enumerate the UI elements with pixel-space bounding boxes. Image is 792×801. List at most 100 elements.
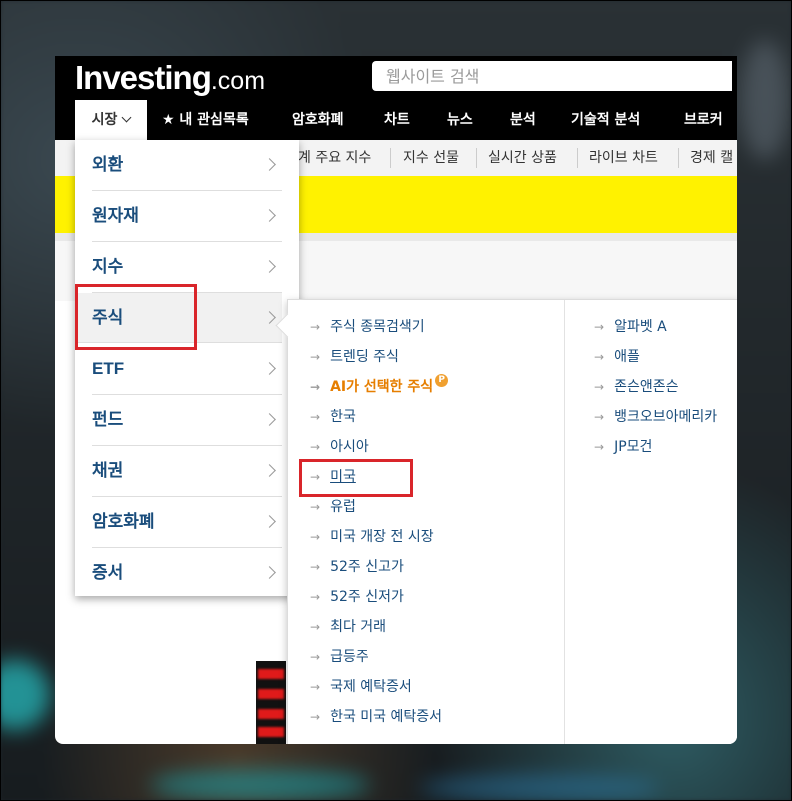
logo-suffix-text: .com	[210, 67, 266, 95]
arrow-right-icon: →	[310, 590, 321, 604]
submenu-item-intl-dr[interactable]: → 국제 예탁증서	[310, 672, 412, 702]
submenu-item-label: 한국 미국 예탁증서	[330, 709, 443, 725]
chevron-right-icon	[263, 362, 276, 375]
submenu-item-label: 52주 신고가	[330, 559, 404, 575]
arrow-right-icon: →	[310, 500, 321, 514]
nav-news[interactable]: 뉴스	[447, 100, 473, 140]
submenu-item-label: 트렌딩 주식	[330, 349, 399, 365]
arrow-right-icon: →	[310, 650, 321, 664]
submenu-item-label: 뱅크오브아메리카	[614, 409, 718, 425]
stocks-submenu: → 주식 종목검색기 → 트렌딩 주식 → AI가 선택한 주식 P → 한국 → 아시아 …	[275, 299, 737, 744]
arrow-right-icon: →	[594, 320, 605, 334]
markets-dropdown: 외환 원자재 지수 주식 ETF 펀드 채권 암호화폐 증서	[75, 140, 299, 596]
arrow-right-icon: →	[594, 380, 605, 394]
submenu-item-label: JP모건	[614, 439, 653, 455]
nav-watchlist-label: ★ 내 관심목록	[162, 112, 249, 128]
subnav-label: 계 주요 지수	[298, 150, 372, 166]
arrow-right-icon: →	[594, 440, 605, 454]
menu-item-funds[interactable]: 펀드	[92, 395, 282, 446]
menu-item-certificates[interactable]: 증서	[92, 548, 282, 598]
menu-item-commodities[interactable]: 원자재	[92, 191, 282, 242]
menu-item-label: 증서	[92, 563, 124, 583]
arrow-right-icon: →	[310, 560, 321, 574]
submenu-item-label: 유럽	[330, 499, 356, 515]
chevron-right-icon	[263, 209, 276, 222]
site-logo[interactable]: Investing.com	[75, 59, 265, 97]
pro-badge-icon: P	[435, 374, 449, 387]
submenu-item-label: 미국 개장 전 시장	[330, 529, 434, 545]
nav-watchlist[interactable]: ★ 내 관심목록	[162, 100, 249, 140]
submenu-stock-jnj[interactable]: → 존슨앤존슨	[594, 372, 678, 402]
arrow-right-icon: →	[310, 620, 321, 634]
nav-crypto[interactable]: 암호화폐	[292, 100, 344, 140]
chevron-down-icon	[121, 112, 132, 123]
submenu-item-label: 주식 종목검색기	[330, 319, 425, 335]
arrow-right-icon: →	[310, 530, 321, 544]
menu-item-label: ETF	[92, 359, 125, 378]
submenu-item-us-premarket[interactable]: → 미국 개장 전 시장	[310, 522, 434, 552]
highlight-box-usa	[299, 459, 413, 497]
menu-item-forex[interactable]: 외환	[92, 140, 282, 191]
submenu-item-label: 52주 신저가	[330, 589, 404, 605]
submenu-item-52w-low[interactable]: → 52주 신저가	[310, 582, 404, 612]
chevron-right-icon	[263, 413, 276, 426]
submenu-item-most-active[interactable]: → 최다 거래	[310, 612, 386, 642]
submenu-item-label: 한국	[330, 409, 356, 425]
subnav-index-futures[interactable]: 지수 선물	[403, 140, 459, 176]
submenu-item-korea[interactable]: → 한국	[310, 402, 356, 432]
nav-markets-label: 시장	[91, 112, 118, 128]
nav-brokers-label: 브로커	[684, 112, 723, 128]
subnav-economic-calendar[interactable]: 경제 캘	[690, 140, 733, 176]
menu-item-bonds[interactable]: 채권	[92, 446, 282, 497]
submenu-item-kr-us-dr[interactable]: → 한국 미국 예탁증서	[310, 702, 442, 732]
arrow-right-icon: →	[310, 350, 321, 364]
subnav-live-commodities[interactable]: 실시간 상품	[488, 140, 557, 176]
menu-item-etf[interactable]: ETF	[92, 344, 282, 395]
menu-item-label: 펀드	[92, 410, 124, 430]
subnav-label: 라이브 차트	[589, 150, 658, 166]
menu-item-label: 채권	[92, 461, 124, 481]
submenu-item-stock-screener[interactable]: → 주식 종목검색기	[310, 312, 425, 342]
nav-technical[interactable]: 기술적 분석	[571, 100, 640, 140]
submenu-item-label: 최다 거래	[330, 619, 387, 635]
submenu-item-asia[interactable]: → 아시아	[310, 432, 369, 462]
subnav-major-indices[interactable]: 계 주요 지수	[298, 140, 371, 176]
nav-brokers[interactable]: 브로커	[684, 100, 723, 140]
arrow-right-icon: →	[310, 440, 321, 454]
submenu-item-label: 급등주	[330, 649, 369, 665]
submenu-item-52w-high[interactable]: → 52주 신고가	[310, 552, 404, 582]
thumbnail-image	[256, 661, 286, 744]
chevron-right-icon	[263, 260, 276, 273]
submenu-stock-alphabet[interactable]: → 알파벳 A	[594, 312, 667, 342]
submenu-stock-apple[interactable]: → 애플	[594, 342, 640, 372]
search-input[interactable]	[372, 61, 716, 91]
menu-item-crypto[interactable]: 암호화폐	[92, 497, 282, 548]
submenu-item-ai-picks[interactable]: → AI가 선택한 주식 P	[310, 372, 449, 402]
submenu-stock-bofa[interactable]: → 뱅크오브아메리카	[594, 402, 717, 432]
menu-item-label: 지수	[92, 257, 124, 277]
nav-analysis-label: 분석	[510, 112, 536, 128]
nav-analysis[interactable]: 분석	[510, 100, 536, 140]
logo-main-text: Investing	[75, 59, 212, 96]
submenu-stock-jpmorgan[interactable]: → JP모건	[594, 432, 652, 462]
main-nav: 시장 ★ 내 관심목록 암호화폐 차트 뉴스 분석 기술적 분석 브로커	[55, 100, 737, 140]
arrow-right-icon: →	[594, 410, 605, 424]
arrow-right-icon: →	[310, 380, 321, 394]
search-box	[372, 61, 732, 91]
subnav-label: 지수 선물	[403, 150, 459, 166]
arrow-right-icon: →	[594, 350, 605, 364]
subnav-label: 실시간 상품	[488, 150, 557, 166]
menu-item-label: 원자재	[92, 206, 139, 226]
chevron-right-icon	[263, 158, 276, 171]
subnav-live-charts[interactable]: 라이브 차트	[589, 140, 658, 176]
submenu-item-trending[interactable]: → 트렌딩 주식	[310, 342, 399, 372]
highlight-box-stocks	[75, 284, 197, 350]
nav-markets[interactable]: 시장	[75, 100, 147, 140]
top-header: Investing.com	[55, 56, 737, 100]
submenu-item-top-gainers[interactable]: → 급등주	[310, 642, 369, 672]
chevron-right-icon	[263, 311, 276, 324]
nav-charts[interactable]: 차트	[384, 100, 410, 140]
arrow-right-icon: →	[310, 410, 321, 424]
arrow-right-icon: →	[310, 680, 321, 694]
browser-window: Investing.com 시장 ★ 내 관심목록 암호화폐 차트 뉴스 분석 …	[55, 56, 737, 744]
